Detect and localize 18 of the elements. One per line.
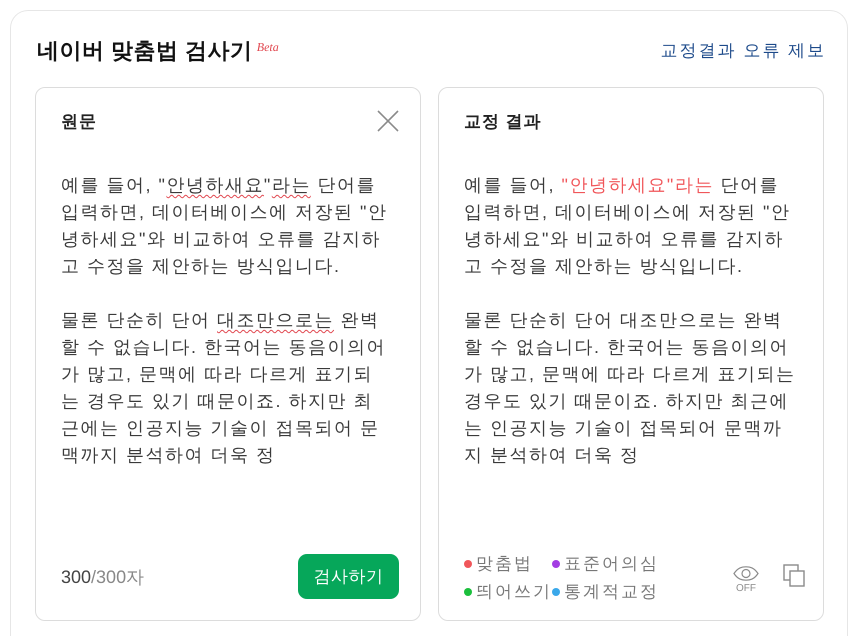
panel-heading: 교정 결과 <box>464 110 542 132</box>
legend-label: 맞춤법 <box>476 553 533 575</box>
close-icon <box>377 110 399 132</box>
legend-label: 표준어의심 <box>564 553 659 575</box>
beta-label: Beta <box>256 40 279 54</box>
legend-label: 통계적교정 <box>564 581 659 603</box>
report-error-link[interactable]: 교정결과 오류 제보 <box>660 40 826 62</box>
copy-button[interactable] <box>783 564 805 587</box>
result-paragraph: 예를 들어, "안녕하세요"라는 단어를 입력하면, 데이터베이스에 저장된 "안녕하세요"와 비교하여 오류를 감지하고 수정을 제안하는 방식입니다. <box>464 174 792 278</box>
clear-button[interactable] <box>377 110 399 132</box>
text-input-field[interactable]: 예를 들어, "안녕하새요"라는 단어를 입력하면, 데이터베이스에 저장된 "안녕하세요"와 비교하여 오류를 감지하고 수정을 제안하는 방식입니다. 물론 단순히 단어 대조만으로는 완벽할 수 없습니다. 한국어는 동음이의어가 많고, 문맥에 따라 다르게 표기되는 경우도 있기 때문이죠. 하지만 최근에는 인공지능 기술이 접목되어 문맥까지 분석하여 더욱 정 <box>61 172 391 554</box>
result-paragraph: 물론 단순히 단어 대조만으로는 완벽할 수 없습니다. 한국어는 동음이의어가 많고, 문맥에 따라 다르게 표기되는 경우도 있기 때문이죠. 하지만 최근에는 인공지능 기술이 접목되어 문맥까지 분석하여 더욱 정 <box>464 309 796 467</box>
legend-label: 띄어쓰기 <box>476 581 552 603</box>
copy-icon <box>783 564 805 587</box>
eye-icon <box>733 566 759 580</box>
panel-heading: 원문 <box>61 110 97 132</box>
app-title: 네이버 맞춤법 검사기 <box>37 37 253 65</box>
character-count: 300/300자 <box>61 566 144 588</box>
